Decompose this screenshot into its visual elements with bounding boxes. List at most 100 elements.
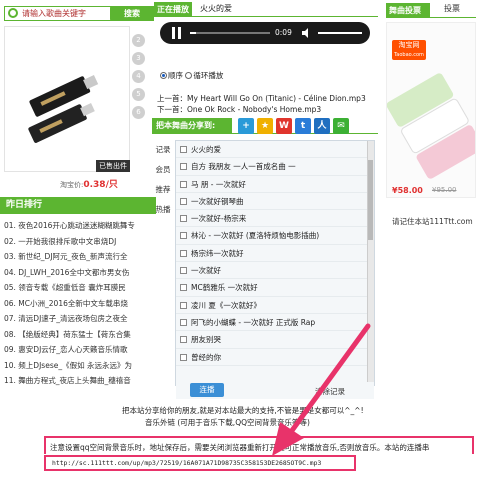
previous-song: My Heart Will Go On (Titanic) - Céline D…: [187, 94, 366, 103]
playlist-item-title: 一次就好: [191, 266, 221, 276]
playlist-item[interactable]: 凌川 夏《一次就好》: [176, 297, 374, 314]
tencent-weibo-icon[interactable]: t: [295, 118, 311, 134]
price-value: 0.38/只: [83, 180, 118, 190]
ranking-item[interactable]: 01. 夜色2016开心跳动迷迷糊糊跳舞专: [4, 218, 154, 234]
checkbox[interactable]: [180, 163, 187, 171]
playlist-item-title: 马 朋 - 一次就好: [191, 179, 246, 189]
playlist-item[interactable]: 火火的爱: [176, 141, 374, 159]
carousel-page-5[interactable]: 5: [132, 88, 145, 101]
playlist-item-title: 一次就好-杨宗来: [191, 214, 247, 224]
checkbox[interactable]: [180, 284, 187, 292]
ranking-item[interactable]: 06. MC小洲_2016全新中文车载串烧: [4, 296, 154, 312]
checkbox[interactable]: [180, 336, 187, 344]
taobao-domain: Taobao.com: [394, 52, 424, 58]
tab-recommend[interactable]: 推荐: [152, 180, 174, 200]
volume-icon[interactable]: [302, 28, 312, 38]
ranking-item[interactable]: 07. 清远DJ速子_清远夜场包房之夜全: [4, 311, 154, 327]
ranking-item[interactable]: 08. 【绝版经典】荷东猛士【荷东合集: [4, 327, 154, 343]
share-label: 把本舞曲分享到:: [152, 118, 232, 134]
playlist-item-title: 朋友别哭: [191, 335, 221, 345]
weibo-icon[interactable]: W: [276, 118, 292, 134]
tab-hot[interactable]: 热播: [152, 200, 174, 220]
carousel-page-6[interactable]: 6: [132, 106, 145, 119]
wechat-icon[interactable]: ✉: [333, 118, 349, 134]
playlist-item[interactable]: 一次就好-杨宗来: [176, 210, 374, 228]
ad-old-price: ¥95.00: [432, 186, 457, 194]
checkbox[interactable]: [180, 215, 187, 223]
previous-track[interactable]: 上一首：My Heart Will Go On (Titanic) - Céli…: [157, 93, 366, 104]
playlist-item[interactable]: 杨宗纬一次就好: [176, 245, 374, 263]
playlist-item[interactable]: 自方 我朋友 一人一首成名曲 一: [176, 158, 374, 176]
vote-button[interactable]: 投票: [444, 3, 460, 14]
playlist-item-title: 林沁 - 一次就好 (夏洛特烦恼电影插曲): [191, 231, 320, 241]
pause-icon[interactable]: [172, 27, 182, 39]
promo-product-image[interactable]: [4, 26, 130, 172]
playlist-item-title: 凌川 夏《一次就好》: [191, 300, 261, 310]
tab-member[interactable]: 会员: [152, 160, 174, 180]
playlist-item[interactable]: 林沁 - 一次就好 (夏洛特烦恼电影插曲): [176, 227, 374, 245]
tab-history[interactable]: 记录: [152, 140, 174, 160]
playlist-item-title: 杨宗纬一次就好: [191, 248, 244, 258]
carousel-page-2[interactable]: 2: [132, 34, 145, 47]
checkbox[interactable]: [180, 180, 187, 188]
playlist-item-title: 自方 我朋友 一人一首成名曲 一: [191, 162, 296, 172]
checkbox[interactable]: [180, 197, 187, 205]
ranking-item[interactable]: 04. DJ_LWH_2016全中文都市男女伤: [4, 265, 154, 281]
now-playing-label: 正在播放: [154, 2, 192, 17]
ranking-item[interactable]: 11. 舞曲方程式_夜店上头舞曲_穗禧音: [4, 373, 154, 389]
price-label: 淘宝价:: [60, 181, 84, 189]
search-button[interactable]: 搜索: [110, 6, 154, 21]
ranking-title: 昨日排行: [0, 197, 156, 214]
sequential-radio[interactable]: [160, 72, 167, 79]
ranking-list: 01. 夜色2016开心跳动迷迷糊糊跳舞专 02. 一开始我很排斥歌中文串烧DJ…: [4, 218, 154, 389]
volume-slider[interactable]: [318, 32, 362, 34]
search-icon: [8, 8, 18, 18]
checkbox[interactable]: [180, 267, 187, 275]
playlist-item-title: MC鹤雅乐 一次就好: [191, 283, 258, 293]
checkbox[interactable]: [180, 318, 187, 326]
playlist-scroll-thumb[interactable]: [368, 160, 373, 240]
next-track[interactable]: 下一首：One Ok Rock - Nobody's Home.mp3: [157, 104, 321, 115]
playlist-item[interactable]: 一次就好: [176, 262, 374, 280]
usb-drive-image: [5, 27, 129, 171]
progress-track[interactable]: [190, 32, 270, 34]
checkbox[interactable]: [180, 249, 187, 257]
playlist-item-title: 曾经的你: [191, 352, 221, 362]
sequential-label: 顺序: [168, 71, 183, 80]
renren-icon[interactable]: 人: [314, 118, 330, 134]
sold-out-badge: 已售出件: [96, 160, 130, 172]
next-label: 下一首：: [157, 105, 187, 114]
carousel-page-4[interactable]: 4: [132, 70, 145, 83]
play-mode: 顺序 循环播放: [160, 70, 223, 81]
checkbox[interactable]: [180, 353, 187, 361]
loop-radio[interactable]: [185, 72, 193, 79]
site-reminder: 请记住本站111Ttt.com: [392, 217, 473, 226]
checkbox[interactable]: [180, 301, 187, 309]
pointer-arrow-icon: [272, 323, 371, 456]
carousel-page-3[interactable]: 3: [132, 52, 145, 65]
taobao-logo: 淘宝网 Taobao.com: [392, 40, 426, 60]
progress-fill: [190, 32, 196, 34]
checkbox[interactable]: [180, 146, 187, 153]
taobao-brand: 淘宝网: [398, 41, 420, 49]
ranking-item[interactable]: 10. 频上DJsese_《假如 永远永远》为: [4, 358, 154, 374]
ranking-item[interactable]: 05. 领音专载《超重低音 囊炸耳膜民: [4, 280, 154, 296]
ranking-item[interactable]: 02. 一开始我很排斥歌中文串烧DJ: [4, 234, 154, 250]
previous-label: 上一首：: [157, 94, 187, 103]
qzone-icon[interactable]: ★: [257, 118, 273, 134]
plus-share-icon[interactable]: +: [238, 118, 254, 134]
ranking-item[interactable]: 03. 新世纪_DJ阿元_夜色_新声流行全: [4, 249, 154, 265]
checkbox[interactable]: [180, 232, 187, 240]
playlist-item-title: 火火的爱: [191, 145, 221, 154]
promo-price: 淘宝价:0.38/只: [60, 177, 118, 190]
now-playing-title: 火火的爱: [200, 4, 232, 13]
ranking-item[interactable]: 09. 惠安DJ云仔_恋人心天籁音乐情歌: [4, 342, 154, 358]
playlist-item-title: 一次就好钢琴曲: [191, 196, 244, 206]
search-placeholder: 请输入歌曲关键字: [22, 9, 86, 18]
continuous-play-button[interactable]: 连播: [190, 383, 224, 397]
playback-time: 0:09: [275, 28, 292, 37]
playlist-item[interactable]: 马 朋 - 一次就好: [176, 176, 374, 193]
loop-label: 循环播放: [193, 71, 224, 80]
playlist-item[interactable]: 一次就好钢琴曲: [176, 193, 374, 211]
playlist-item[interactable]: MC鹤雅乐 一次就好: [176, 279, 374, 297]
